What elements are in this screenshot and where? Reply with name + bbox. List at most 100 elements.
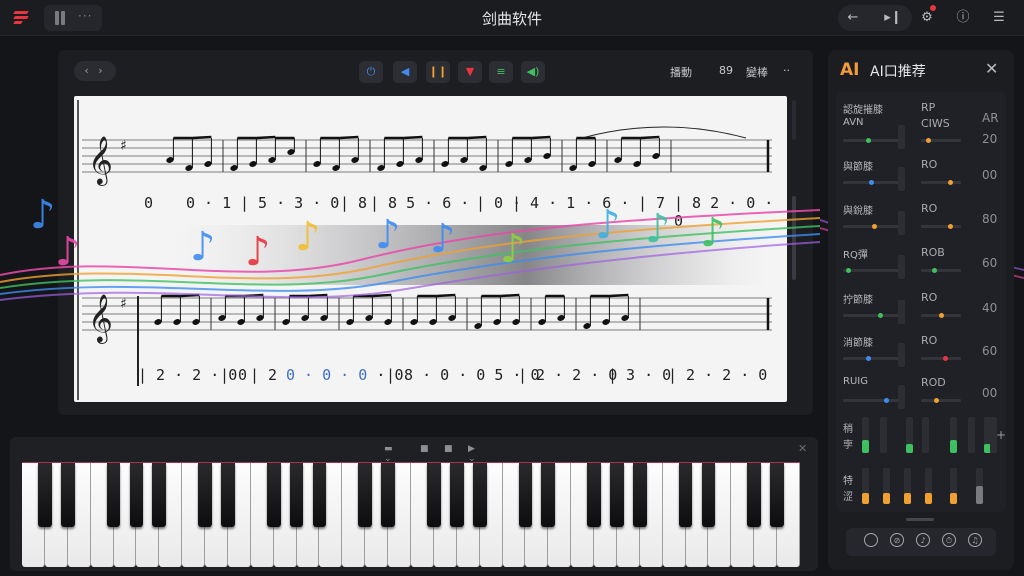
slider-knob bbox=[931, 268, 937, 273]
mixer-icon[interactable]: ☰ bbox=[988, 5, 1010, 31]
param-slider[interactable] bbox=[921, 399, 961, 402]
black-key[interactable] bbox=[381, 463, 395, 527]
staff-2: 𝄞 ♯ bbox=[82, 293, 772, 344]
numbered-note: | 8 2 · 0 · 0 bbox=[674, 194, 774, 230]
param-slider[interactable] bbox=[843, 357, 905, 360]
piano-tool-size[interactable]: ▬ ⌄ bbox=[384, 444, 393, 464]
pause-button[interactable]: ❙❙ bbox=[426, 61, 450, 83]
black-key[interactable] bbox=[541, 463, 556, 527]
scroll-track bbox=[792, 100, 796, 140]
numbered-note: | 4 · 1 · 6 · bbox=[512, 194, 630, 212]
history-controls: ← ▸❙ bbox=[838, 5, 912, 31]
param-value: RO bbox=[921, 291, 938, 304]
black-key[interactable] bbox=[106, 463, 121, 527]
param-slider[interactable] bbox=[921, 181, 961, 184]
export-icon[interactable]: ♫ bbox=[968, 533, 982, 547]
numbered-note: | 3 · 0 bbox=[608, 366, 672, 384]
param-slider[interactable] bbox=[843, 314, 905, 317]
record-button[interactable]: ▼ bbox=[458, 61, 482, 83]
treble-clef-icon: 𝄞 bbox=[88, 293, 113, 344]
param-number: 80 bbox=[982, 212, 998, 226]
key-label[interactable]: 變棒 bbox=[746, 64, 768, 80]
numbered-note: | 5 · 3 · 0 bbox=[240, 194, 340, 212]
param-sublabel: AVN bbox=[843, 117, 864, 128]
black-key[interactable] bbox=[289, 463, 304, 527]
skip-back-icon: ◀ bbox=[400, 65, 410, 78]
black-key[interactable] bbox=[312, 463, 327, 527]
black-key[interactable] bbox=[221, 463, 235, 527]
list-button[interactable]: ≡ bbox=[489, 61, 513, 83]
circle-icon[interactable] bbox=[864, 533, 878, 547]
param-slider[interactable] bbox=[843, 269, 905, 272]
numbered-note: | 0 bbox=[220, 366, 248, 384]
more-options-icon[interactable]: ·· bbox=[783, 64, 790, 77]
black-key[interactable] bbox=[427, 463, 441, 527]
add-track-button[interactable]: + bbox=[996, 428, 1006, 442]
black-key[interactable] bbox=[610, 463, 624, 527]
level-meter bbox=[898, 125, 905, 149]
info-icon[interactable]: ⓘ bbox=[952, 5, 974, 31]
fader-track[interactable] bbox=[968, 417, 975, 453]
mode-label[interactable]: 播動 bbox=[670, 64, 692, 80]
param-number: 60 bbox=[982, 256, 998, 270]
param-slider[interactable] bbox=[921, 357, 961, 360]
back-arrow-icon[interactable]: ← bbox=[842, 5, 864, 31]
treble-clef-icon: 𝄞 bbox=[88, 135, 113, 186]
piano-tool-stop[interactable]: ■ bbox=[420, 444, 429, 454]
piano-tool-play[interactable]: ▶ ⌄ bbox=[468, 444, 476, 464]
black-key[interactable] bbox=[266, 463, 281, 527]
skip-back-button[interactable]: ◀ bbox=[393, 61, 417, 83]
fader-level bbox=[862, 493, 869, 504]
notification-dot bbox=[930, 5, 936, 11]
compass-icon[interactable]: ⊘ bbox=[890, 533, 904, 547]
black-key[interactable] bbox=[587, 463, 601, 527]
black-key[interactable] bbox=[747, 463, 762, 527]
black-key[interactable] bbox=[358, 463, 373, 527]
staff-1: 𝄞 ♯ bbox=[82, 135, 772, 186]
black-key[interactable] bbox=[770, 463, 784, 527]
piano-close-icon[interactable]: ✕ bbox=[798, 442, 807, 455]
metronome-icon[interactable]: ⏱ bbox=[942, 533, 956, 547]
tuning-icon[interactable]: ♪ bbox=[916, 533, 930, 547]
black-key[interactable] bbox=[38, 463, 52, 527]
slider-knob bbox=[877, 313, 883, 318]
bpm-label[interactable]: 89 bbox=[719, 64, 733, 77]
param-number: 40 bbox=[982, 301, 998, 315]
speaker-button[interactable]: ◀) bbox=[521, 61, 545, 83]
param-slider[interactable] bbox=[843, 399, 905, 402]
page-nav[interactable]: ‹ › bbox=[74, 61, 116, 81]
drag-handle[interactable] bbox=[906, 518, 934, 521]
black-key[interactable] bbox=[678, 463, 693, 527]
numbered-note: | 7 bbox=[638, 194, 666, 212]
param-number: AR bbox=[982, 111, 999, 125]
power-button[interactable]: ⏻ bbox=[359, 61, 383, 83]
param-slider[interactable] bbox=[921, 225, 961, 228]
black-key[interactable] bbox=[472, 463, 487, 527]
waveform-icon[interactable]: ▸❙ bbox=[882, 5, 904, 31]
fader-label: 特 bbox=[843, 476, 853, 487]
piano-keyboard[interactable] bbox=[22, 463, 800, 567]
black-key[interactable] bbox=[518, 463, 533, 527]
slider-knob bbox=[872, 224, 877, 229]
black-key[interactable] bbox=[701, 463, 716, 527]
sheet-music-canvas: 𝄞 ♯ 𝄞 ♯ bbox=[77, 100, 772, 400]
score-scrollbar[interactable] bbox=[792, 196, 796, 280]
black-key[interactable] bbox=[129, 463, 144, 527]
level-meter bbox=[898, 167, 905, 191]
fader-track[interactable] bbox=[922, 417, 929, 453]
power-icon: ⏻ bbox=[366, 65, 376, 78]
sheet-music[interactable]: 𝄞 ♯ 𝄞 ♯ 0 0 · 1 | 5 · 3 · 0 | 8 | 8 5 · 6 ·… bbox=[74, 96, 787, 402]
param-value: ROD bbox=[921, 376, 946, 389]
piano-tool-record[interactable]: ■ bbox=[444, 444, 453, 454]
param-slider[interactable] bbox=[921, 269, 961, 272]
param-slider[interactable] bbox=[843, 139, 905, 142]
black-key[interactable] bbox=[449, 463, 464, 527]
black-key[interactable] bbox=[60, 463, 75, 527]
black-key[interactable] bbox=[632, 463, 647, 527]
black-key[interactable] bbox=[198, 463, 212, 527]
black-key[interactable] bbox=[152, 463, 167, 527]
close-icon[interactable]: ✕ bbox=[985, 59, 998, 78]
param-label: RQ彈 bbox=[843, 250, 868, 261]
fader-track[interactable] bbox=[880, 417, 887, 453]
music-note-icon: ♪ bbox=[30, 192, 56, 238]
